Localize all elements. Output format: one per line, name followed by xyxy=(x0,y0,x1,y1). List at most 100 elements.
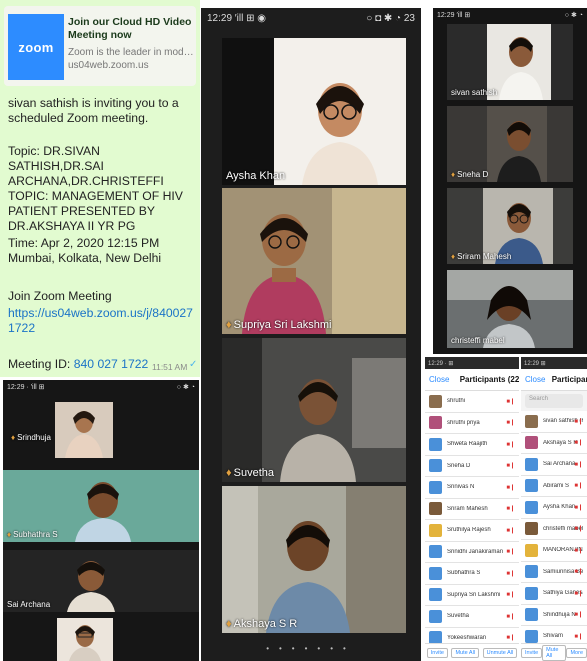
participant-row[interactable]: Samiunnisa Begum■❙ xyxy=(521,561,587,583)
mic-muted-icon[interactable]: ■❙ xyxy=(574,547,583,554)
participant-row[interactable]: Akshaya S R ■❙ xyxy=(521,432,587,454)
mic-muted-icon[interactable]: ■❙ xyxy=(574,439,583,446)
mic-muted-icon[interactable]: ■❙ xyxy=(574,418,583,425)
participant-row[interactable]: Shweta Raajith ■❙ xyxy=(425,434,519,456)
invite-button[interactable]: Invite xyxy=(521,647,543,658)
close-button[interactable]: Close xyxy=(429,375,449,384)
mic-muted-icon[interactable]: ■❙ xyxy=(574,461,583,468)
participant-row[interactable]: Sathiya Ganesan■❙ xyxy=(521,583,587,605)
participant-name: Sneha D xyxy=(457,170,489,179)
participant-row[interactable]: shruthi priya ■❙ xyxy=(425,412,519,434)
link-preview-description: Zoom is the leader in moder.. xyxy=(68,47,194,58)
phone-speaker-view: 12:29 ′ill ⊞ ◉ ○ ◘ ✱ ◔ 23 Aysha Khan ♦ Su… xyxy=(201,8,421,661)
video-tile[interactable]: sivan sathish xyxy=(447,24,573,100)
close-button[interactable]: Close xyxy=(525,375,545,384)
mic-muted-icon[interactable]: ■❙ xyxy=(574,568,583,575)
video-tile[interactable]: Sai Archana xyxy=(3,550,199,612)
participant-name: Suvetha xyxy=(233,467,274,479)
participant-row[interactable]: Shindhuja N ■❙ xyxy=(521,604,587,626)
mic-icon: ♦ xyxy=(11,433,16,442)
participants-header: Close Participants (22) xyxy=(425,369,519,391)
mute-all-button[interactable]: Mute All xyxy=(542,644,567,661)
mic-muted-icon[interactable]: ■❙ xyxy=(506,462,515,469)
participant-name: Sai Archana xyxy=(543,461,576,468)
mic-muted-icon[interactable]: ■❙ xyxy=(574,611,583,618)
mic-muted-icon[interactable]: ■❙ xyxy=(506,441,515,448)
link-preview-card[interactable]: zoom Join our Cloud HD Video Meeting now… xyxy=(4,6,196,86)
avatar xyxy=(429,545,442,559)
participant-row[interactable]: Subhathra S ■❙ xyxy=(425,563,519,585)
mic-muted-icon[interactable]: ■❙ xyxy=(574,525,583,532)
video-tile[interactable]: Aysha Khan xyxy=(222,38,406,185)
mic-muted-icon[interactable]: ■❙ xyxy=(506,634,515,641)
video-tile[interactable] xyxy=(57,618,113,661)
avatar xyxy=(525,586,538,600)
read-receipt-icon: ✓ xyxy=(189,359,198,370)
participant-row[interactable]: Srinidhi Janakiraman ■❙ xyxy=(425,541,519,563)
participant-row[interactable]: christeffi mabel ■❙ xyxy=(521,518,587,540)
more-button[interactable]: More xyxy=(566,647,587,658)
video-tile[interactable]: ♦ Subhathra S xyxy=(3,470,199,542)
participant-row[interactable]: sivan sathish (Host, me)■❙ xyxy=(521,411,587,433)
search-input[interactable]: Search xyxy=(525,394,583,408)
participant-row[interactable]: Suvetha ■❙ xyxy=(425,606,519,628)
meeting-id-value[interactable]: 840 027 1722 xyxy=(74,357,149,371)
avatar xyxy=(525,436,538,450)
participant-video xyxy=(222,486,406,633)
participant-row[interactable]: Abirami S ■❙ xyxy=(521,475,587,497)
participant-row[interactable]: MANORANJINI SUBRAMANI■❙ xyxy=(521,540,587,562)
phone-screenshot-gallery-1: 12:29 · ′ill ⊞ ○ ✱ ◔ ♦ Srindhuja ♦ Subhath… xyxy=(3,380,199,661)
video-tile[interactable]: ♦ Suvetha xyxy=(222,338,406,482)
participant-name: Subhathra S xyxy=(447,570,481,577)
status-bar: 12:29 ′ill ⊞ ◉ ○ ◘ ✱ ◔ 23 xyxy=(201,8,421,30)
mic-muted-icon[interactable]: ■❙ xyxy=(506,419,515,426)
meeting-link[interactable]: https://us04web.zoom.us/j/8400271722 xyxy=(8,306,194,336)
participant-name: Sriram Mahesh xyxy=(457,252,512,261)
video-tile[interactable]: ♦ Sneha D xyxy=(447,106,573,182)
mic-muted-icon[interactable]: ■❙ xyxy=(506,484,515,491)
mic-icon: ♦ xyxy=(226,467,232,479)
mic-muted-icon[interactable]: ■❙ xyxy=(574,504,583,511)
participants-panel-1: 12:29 · ⊞ Close Participants (22) shruth… xyxy=(425,357,519,661)
invite-button[interactable]: Invite xyxy=(426,647,448,658)
participant-row[interactable]: Sai Archana ■❙ xyxy=(521,454,587,476)
participant-row[interactable]: Sruthilya Rajesh ■❙ xyxy=(425,520,519,542)
mic-muted-icon[interactable]: ■❙ xyxy=(506,548,515,555)
participant-row[interactable]: Srinivas N ■❙ xyxy=(425,477,519,499)
mic-muted-icon[interactable]: ■❙ xyxy=(506,570,515,577)
mic-muted-icon[interactable]: ■❙ xyxy=(506,527,515,534)
participant-row[interactable]: shruthi ■❙ xyxy=(425,391,519,413)
unmute-all-button[interactable]: Unmute All xyxy=(482,647,518,658)
video-tile[interactable]: ♦ Supriya Sri Lakshmi xyxy=(222,188,406,334)
phone-gallery-view-2: 12:29 ′ill ⊞ ○ ✱ ◔ sivan sathish ♦ Sneha … xyxy=(433,8,587,354)
mic-muted-icon[interactable]: ■❙ xyxy=(506,398,515,405)
mute-all-button[interactable]: Mute All xyxy=(451,647,480,658)
participants-footer: Invite Mute All Unmute All xyxy=(425,643,519,661)
participant-list: sivan sathish (Host, me)■❙Akshaya S R■❙S… xyxy=(521,411,587,648)
participant-row[interactable]: Sneha D ■❙ xyxy=(425,455,519,477)
video-tile[interactable]: christeffi mabel xyxy=(447,270,573,348)
participant-name: Srindhuja xyxy=(17,433,51,442)
participant-row[interactable]: Aysha Khan ■❙ xyxy=(521,497,587,519)
participant-row[interactable]: Supriya Sri Lakshmi ■❙ xyxy=(425,584,519,606)
participants-title: Participants (22) xyxy=(551,375,587,384)
join-meeting-text: Join Zoom Meeting xyxy=(8,289,112,303)
participant-name: shruthi xyxy=(447,398,466,405)
video-tile[interactable]: ♦ Sriram Mahesh xyxy=(447,188,573,264)
mic-muted-icon[interactable]: ■❙ xyxy=(506,505,515,512)
participant-row[interactable]: Sriram Mahesh ■❙ xyxy=(425,498,519,520)
page-indicator[interactable]: ••••••• xyxy=(201,644,421,653)
participant-name: Shindhuja N xyxy=(543,611,576,618)
message-timestamp: 11:51 AM xyxy=(152,362,188,372)
status-right: ○ ✱ ◔ xyxy=(564,12,583,19)
participant-name: Yokeeshwaran xyxy=(447,634,487,641)
mic-muted-icon[interactable]: ■❙ xyxy=(506,591,515,598)
mic-muted-icon[interactable]: ■❙ xyxy=(574,633,583,640)
video-tile[interactable]: ♦ Akshaya S R xyxy=(222,486,406,633)
mic-muted-icon[interactable]: ■❙ xyxy=(506,613,515,620)
mic-muted-icon[interactable]: ■❙ xyxy=(574,482,583,489)
participant-name: Aysha Khan xyxy=(226,170,286,182)
status-right: ○ ✱ ◔ xyxy=(176,384,195,391)
link-preview-url: us04web.zoom.us xyxy=(68,60,149,71)
mic-muted-icon[interactable]: ■❙ xyxy=(574,590,583,597)
